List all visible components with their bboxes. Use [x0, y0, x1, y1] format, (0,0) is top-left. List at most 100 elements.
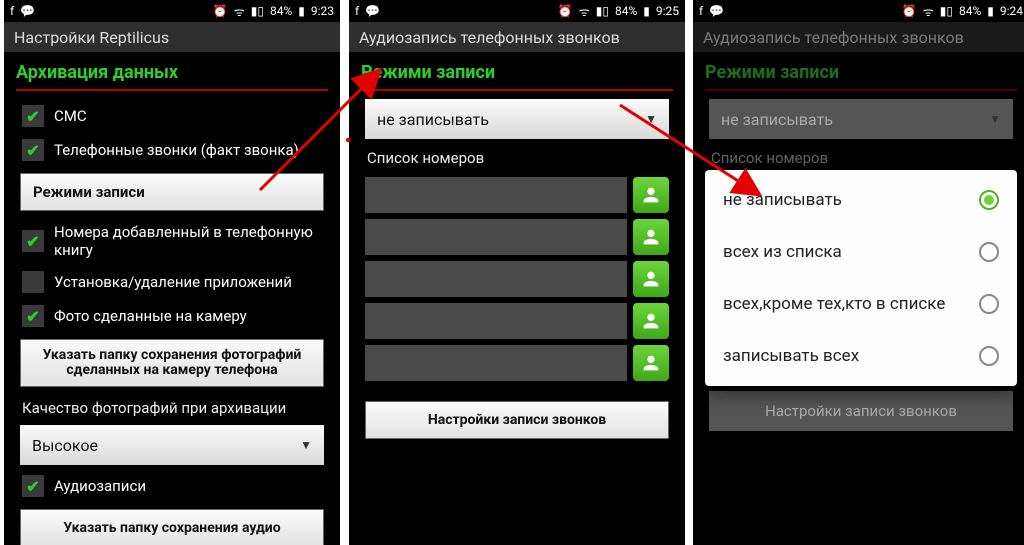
battery-icon: ▮ [987, 4, 994, 18]
alarm-icon: ⏰ [902, 4, 917, 18]
checkmark-icon: ✔ [22, 475, 44, 497]
clock: 9:24 [1000, 4, 1023, 18]
record-mode-select[interactable]: не записывать ▼ [365, 99, 669, 139]
option-label: всех,кроме тех,кто в списке [723, 294, 945, 314]
clock: 9:25 [656, 4, 679, 18]
contact-icon [640, 310, 662, 332]
annotation-dot: . [344, 115, 353, 150]
number-input[interactable] [365, 303, 627, 339]
option-except-list[interactable]: всех,кроме тех,кто в списке [705, 278, 1017, 330]
call-settings-button[interactable]: Настройки записи звонков [365, 401, 669, 439]
section-title: Режими записи [693, 52, 1024, 89]
button-label: Режими записи [33, 183, 145, 201]
photo-folder-button[interactable]: Указать папку сохранения фотографий сдел… [20, 339, 324, 387]
record-mode-popup: не записывать всех из списка всех,кроме … [705, 170, 1017, 386]
checkmark-icon: ✔ [22, 271, 44, 293]
checkbox-label: Телефонные звонки (факт звонка) [54, 141, 299, 159]
quality-label: Качество фотографий при архивации [4, 393, 340, 421]
checkbox-contacts[interactable]: ✔ Номера добавленный в телефонную книгу [4, 217, 340, 265]
number-input[interactable] [365, 219, 627, 255]
call-settings-button[interactable]: Настройки записи звонков [709, 391, 1013, 431]
number-input[interactable] [365, 261, 627, 297]
checkmark-icon: ✔ [22, 139, 44, 161]
radio-icon [979, 242, 999, 262]
number-row [365, 345, 669, 381]
app-title: Настройки Reptilicus [4, 22, 340, 52]
wifi-icon: ᯤ [923, 3, 934, 20]
section-title: Архивация данных [4, 52, 340, 89]
wifi-icon: ᯤ [234, 3, 245, 20]
chat-icon: 💬 [709, 4, 724, 18]
number-row [365, 177, 669, 213]
quality-select[interactable]: Высокое ▼ [20, 425, 324, 465]
button-label: Настройки записи звонков [765, 402, 957, 420]
select-value: не записывать [721, 110, 833, 129]
app-title: Аудиозапись телефонных звонков [693, 22, 1024, 52]
checkbox-label: Номера добавленный в телефонную книгу [54, 223, 322, 259]
chat-icon: 💬 [20, 4, 35, 18]
checkmark-icon: ✔ [22, 105, 44, 127]
clock: 9:23 [311, 4, 334, 18]
pick-contact-button[interactable] [633, 177, 669, 213]
radio-icon [979, 294, 999, 314]
signal-icon: ▮▯ [940, 4, 953, 18]
pick-contact-button[interactable] [633, 219, 669, 255]
number-row [365, 261, 669, 297]
pick-contact-button[interactable] [633, 303, 669, 339]
chevron-down-icon: ▼ [645, 112, 657, 126]
option-label: записывать всех [723, 346, 859, 366]
battery-icon: ▮ [298, 4, 305, 18]
phone-screen-3: f 💬 ⏰ ᯤ ▮▯ 84% ▮ 9:24 Аудиозапись телефо… [693, 0, 1024, 545]
chevron-down-icon: ▼ [989, 112, 1001, 126]
checkbox-label: Аудиозаписи [54, 477, 146, 495]
phone-screen-2: f 💬 ⏰ ᯤ ▮▯ 84% ▮ 9:25 Аудиозапись телефо… [349, 0, 685, 545]
chevron-down-icon: ▼ [300, 438, 312, 452]
numbers-list-label: Список номеров [693, 143, 1024, 171]
checkbox-label: Фото сделанные на камеру [54, 307, 247, 325]
number-row [365, 303, 669, 339]
checkbox-sms[interactable]: ✔ СМС [4, 99, 340, 133]
pick-contact-button[interactable] [633, 345, 669, 381]
checkbox-audio[interactable]: ✔ Аудиозаписи [4, 469, 340, 503]
alarm-icon: ⏰ [558, 4, 573, 18]
checkbox-calls[interactable]: ✔ Телефонные звонки (факт звонка) [4, 133, 340, 167]
select-value: не записывать [377, 110, 489, 129]
checkbox-label: СМС [54, 107, 87, 125]
checkmark-icon: ✔ [22, 230, 44, 252]
checkbox-apps[interactable]: ✔ Установка/удаление приложений [4, 265, 340, 299]
contact-icon [640, 352, 662, 374]
checkbox-label: Установка/удаление приложений [54, 273, 292, 291]
status-bar: f 💬 ⏰ ᯤ ▮▯ 84% ▮ 9:25 [349, 0, 685, 22]
battery-text: 84% [615, 4, 637, 18]
contact-icon [640, 226, 662, 248]
signal-icon: ▮▯ [251, 4, 264, 18]
number-row [365, 219, 669, 255]
audio-folder-button[interactable]: Указать папку сохранения аудио [20, 509, 324, 545]
number-input[interactable] [365, 345, 627, 381]
divider [361, 89, 673, 91]
checkbox-photos[interactable]: ✔ Фото сделанные на камеру [4, 299, 340, 333]
app-title: Аудиозапись телефонных звонков [349, 22, 685, 52]
record-modes-button[interactable]: Режими записи [20, 173, 324, 211]
chat-icon: 💬 [365, 4, 380, 18]
number-input[interactable] [365, 177, 627, 213]
contact-icon [640, 184, 662, 206]
button-label: Указать папку сохранения аудио [63, 520, 280, 536]
contact-icon [640, 268, 662, 290]
option-label: всех из списка [723, 242, 842, 262]
record-mode-select[interactable]: не записывать ▼ [709, 99, 1013, 139]
divider [705, 89, 1017, 91]
pick-contact-button[interactable] [633, 261, 669, 297]
phone-screen-1: f 💬 ⏰ ᯤ ▮▯ 84% ▮ 9:23 Настройки Reptilic… [4, 0, 340, 545]
option-all-list[interactable]: всех из списка [705, 226, 1017, 278]
signal-icon: ▮▯ [596, 4, 609, 18]
radio-icon [979, 190, 999, 210]
option-record-all[interactable]: записывать всех [705, 330, 1017, 382]
option-no-record[interactable]: не записывать [705, 174, 1017, 226]
wifi-icon: ᯤ [579, 3, 590, 20]
facebook-icon: f [355, 4, 359, 18]
status-bar: f 💬 ⏰ ᯤ ▮▯ 84% ▮ 9:23 [4, 0, 340, 22]
numbers-list-label: Список номеров [349, 143, 685, 171]
status-bar: f 💬 ⏰ ᯤ ▮▯ 84% ▮ 9:24 [693, 0, 1024, 22]
button-label: Настройки записи звонков [428, 412, 606, 428]
